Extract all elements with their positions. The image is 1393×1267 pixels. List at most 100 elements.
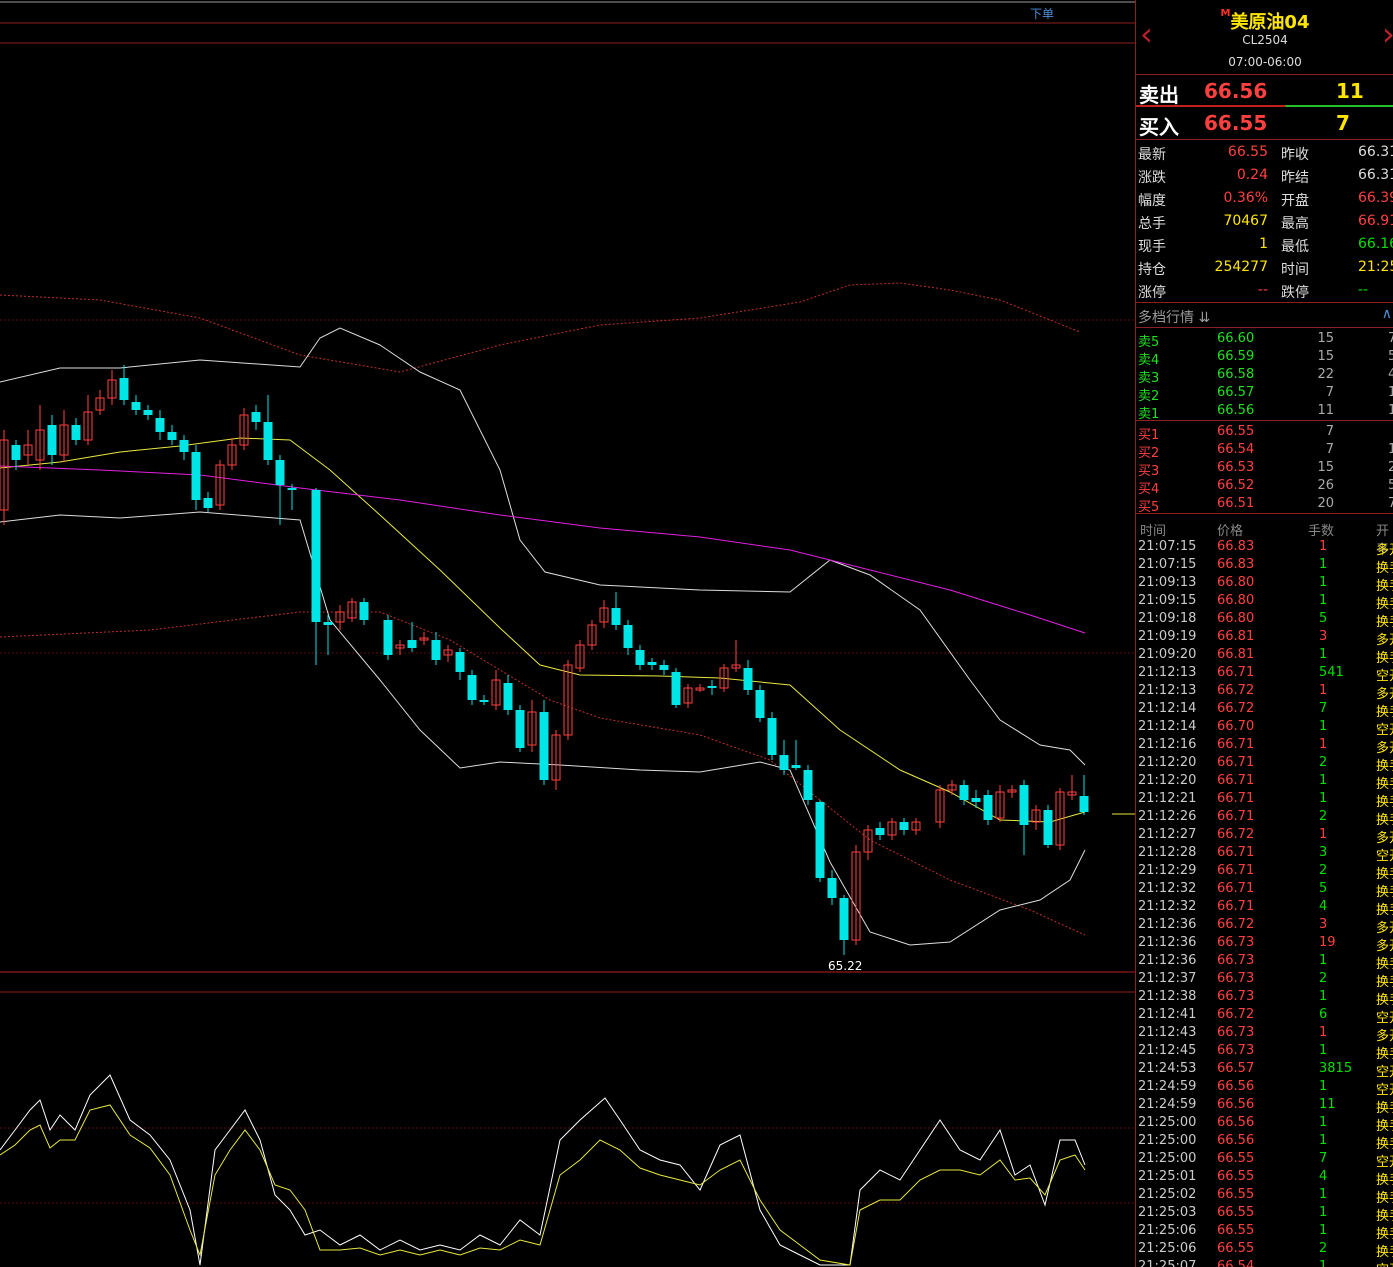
tick-row[interactable]: 21:09:1566.801换手: [1136, 592, 1393, 612]
tick-row[interactable]: 21:12:3666.731换手: [1136, 952, 1393, 972]
tick-qty: 1: [1319, 1025, 1328, 1040]
tick-row[interactable]: 21:12:3666.723多开: [1136, 916, 1393, 936]
tick-row[interactable]: 21:09:1366.801换手: [1136, 574, 1393, 594]
tick-row[interactable]: 21:07:1566.831换手: [1136, 556, 1393, 576]
quote-label: 涨跌: [1138, 170, 1166, 186]
depth-header[interactable]: 多档行情 ⇊ ∧: [1136, 303, 1393, 328]
tick-row[interactable]: 21:09:2066.811换手: [1136, 646, 1393, 666]
tick-price: 66.72: [1217, 701, 1255, 716]
tick-row[interactable]: 21:09:1966.813多开: [1136, 628, 1393, 648]
buy-label: 买入: [1139, 115, 1179, 139]
depth-qty: 7: [1325, 385, 1334, 400]
tick-row[interactable]: 21:12:2666.712换手: [1136, 808, 1393, 828]
tick-row[interactable]: 21:24:5366.573815空开: [1136, 1060, 1393, 1080]
order-button[interactable]: 下单: [1030, 5, 1054, 22]
tick-row[interactable]: 21:12:4366.731多开: [1136, 1024, 1393, 1044]
tick-row[interactable]: 21:12:3266.715换手: [1136, 880, 1393, 900]
sell-depth-list: 卖566.60157卖466.59155卖366.58224卖266.5771卖…: [1136, 328, 1393, 422]
depth-price: 66.53: [1217, 460, 1255, 475]
tick-row[interactable]: 21:12:3766.732换手: [1136, 970, 1393, 990]
tick-row[interactable]: 21:25:0666.552换手: [1136, 1240, 1393, 1260]
tick-row[interactable]: 21:25:0166.554换手: [1136, 1168, 1393, 1188]
tick-row[interactable]: 21:25:0066.561换手: [1136, 1114, 1393, 1134]
tick-time: 21:12:26: [1138, 809, 1197, 824]
tick-qty: 1: [1319, 1223, 1328, 1238]
sell-row[interactable]: 卖出 66.56 11: [1136, 75, 1393, 107]
depth-row[interactable]: 买366.53152: [1136, 459, 1393, 479]
tick-row[interactable]: 21:25:0066.557空开: [1136, 1150, 1393, 1170]
depth-row[interactable]: 卖466.59155: [1136, 348, 1393, 368]
tick-row[interactable]: 21:12:3666.7319多开: [1136, 934, 1393, 954]
tick-time: 21:07:15: [1138, 557, 1197, 572]
candle-body-down: [815, 802, 825, 878]
tick-row[interactable]: 21:24:5966.5611换手: [1136, 1096, 1393, 1116]
kline-chart-area[interactable]: 65.22 下单: [0, 0, 1135, 1267]
kline-chart-svg[interactable]: 65.22: [0, 0, 1135, 1267]
tick-row[interactable]: 21:24:5966.561空开: [1136, 1078, 1393, 1098]
tick-row[interactable]: 21:12:2766.721多开: [1136, 826, 1393, 846]
depth-label: 卖1: [1138, 407, 1160, 422]
depth-ext: 7: [1388, 496, 1393, 511]
quote-value: 66.39: [1358, 190, 1393, 206]
tick-row[interactable]: 21:07:1566.831多开: [1136, 538, 1393, 558]
depth-row[interactable]: 卖366.58224: [1136, 366, 1393, 386]
tick-price: 66.80: [1217, 593, 1255, 608]
tick-row[interactable]: 21:25:0066.561换手: [1136, 1132, 1393, 1152]
tick-row[interactable]: 21:25:0366.551换手: [1136, 1204, 1393, 1224]
tick-row[interactable]: 21:25:0666.551换手: [1136, 1222, 1393, 1242]
tick-price: 66.54: [1217, 1259, 1255, 1267]
candle-body-down: [311, 490, 321, 622]
tick-row[interactable]: 21:12:3866.731换手: [1136, 988, 1393, 1008]
candle-body-down: [1043, 810, 1053, 845]
tick-price: 66.83: [1217, 557, 1255, 572]
tick-time: 21:24:59: [1138, 1097, 1197, 1112]
candle-body-down: [1019, 785, 1029, 825]
depth-row[interactable]: 买466.52265: [1136, 477, 1393, 497]
depth-row[interactable]: 买5 66.51 20 7: [1136, 495, 1393, 515]
ticks-list[interactable]: 21:07:1566.831多开21:07:1566.831换手21:09:13…: [1136, 538, 1393, 1267]
candle-body-down: [671, 672, 681, 705]
tick-row[interactable]: 21:12:2066.712换手: [1136, 754, 1393, 774]
depth-row[interactable]: 卖566.60157: [1136, 330, 1393, 350]
tick-row[interactable]: 21:12:1366.721多开: [1136, 682, 1393, 702]
tick-time: 21:25:00: [1138, 1115, 1197, 1130]
depth-row[interactable]: 买266.5471: [1136, 441, 1393, 461]
tick-row[interactable]: 21:12:2966.712换手: [1136, 862, 1393, 882]
tick-row[interactable]: 21:12:2866.713空开: [1136, 844, 1393, 864]
tick-row[interactable]: 21:12:3266.714换手: [1136, 898, 1393, 918]
tick-qty: 1: [1319, 791, 1328, 806]
quote-label: 幅度: [1138, 193, 1166, 209]
depth-qty: 7: [1325, 442, 1334, 457]
quote-value: 254277: [1214, 259, 1268, 275]
depth-row[interactable]: 买1 66.55 7: [1136, 423, 1393, 443]
tick-row[interactable]: 21:25:07 66.54 1 空开: [1136, 1258, 1393, 1267]
candle-body-down: [503, 683, 513, 710]
tick-row[interactable]: 21:12:2166.711换手: [1136, 790, 1393, 810]
ma-dotted-upper-line: [0, 282, 1081, 373]
depth-title[interactable]: 多档行情 ⇊: [1138, 307, 1210, 327]
depth-row[interactable]: 卖166.56111: [1136, 402, 1393, 422]
tick-time: 21:25:03: [1138, 1205, 1197, 1220]
depth-row[interactable]: 卖266.5771: [1136, 384, 1393, 404]
tick-row[interactable]: 21:12:1466.727换手: [1136, 700, 1393, 720]
tick-row[interactable]: 21:12:4166.726空开: [1136, 1006, 1393, 1026]
collapse-icon[interactable]: ∧: [1382, 306, 1392, 322]
tick-price: 66.80: [1217, 575, 1255, 590]
candle-body-down: [983, 795, 993, 820]
tick-row[interactable]: 21:09:1866.805换手: [1136, 610, 1393, 630]
sell-qty: 11: [1336, 79, 1364, 103]
tick-row[interactable]: 21:12:2066.711换手: [1136, 772, 1393, 792]
buy-row[interactable]: 买入 66.55 7: [1136, 107, 1393, 139]
candle-body-down: [707, 686, 717, 688]
next-contract-icon[interactable]: ›: [1382, 18, 1393, 50]
tick-row[interactable]: 21:12:1366.71541空开: [1136, 664, 1393, 684]
tick-qty: 1: [1319, 827, 1328, 842]
expand-icon[interactable]: ⇊: [1198, 310, 1210, 326]
tick-row[interactable]: 21:12:1666.711多开: [1136, 736, 1393, 756]
tick-qty: 1: [1319, 683, 1328, 698]
tick-row[interactable]: 21:25:0266.551换手: [1136, 1186, 1393, 1206]
tick-row[interactable]: 21:12:1466.701空开: [1136, 718, 1393, 738]
tick-price: 66.80: [1217, 611, 1255, 626]
tick-row[interactable]: 21:12:4566.731换手: [1136, 1042, 1393, 1062]
tick-qty: 2: [1319, 863, 1328, 878]
